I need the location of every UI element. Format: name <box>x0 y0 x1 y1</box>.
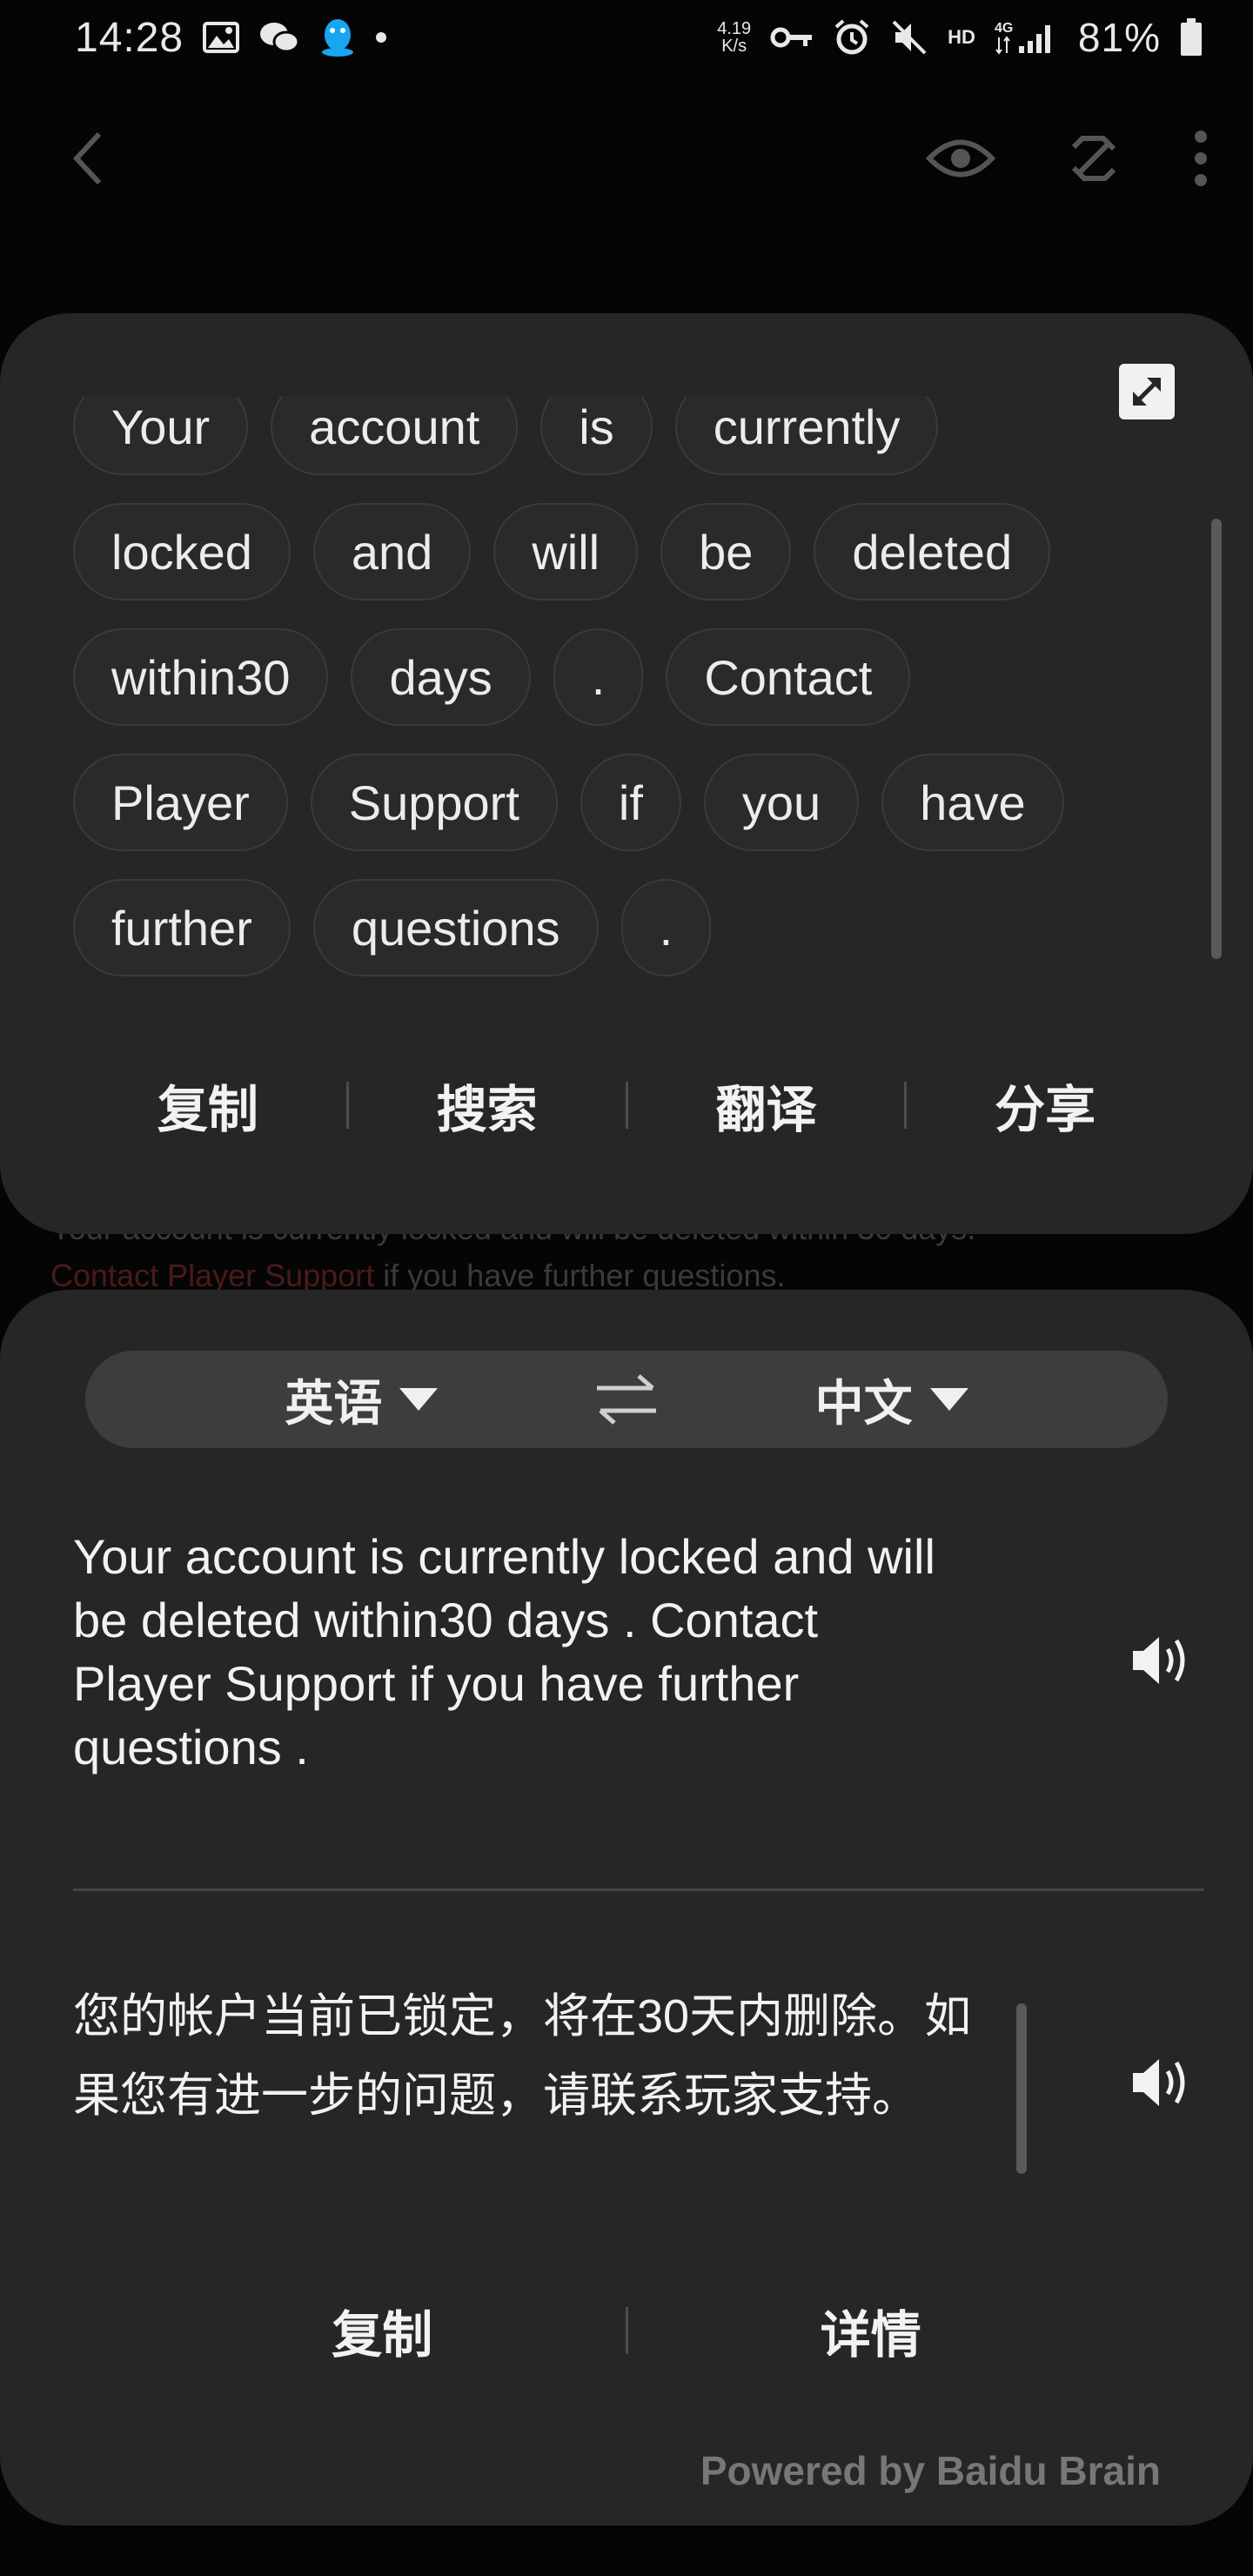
wechat-icon <box>258 20 300 55</box>
alarm-icon <box>833 18 871 57</box>
word-chip-area: Your account is currently locked and will be del… <box>73 397 1143 980</box>
copy-translation-button[interactable]: 复制 <box>208 2294 556 2367</box>
word-chip[interactable]: locked <box>73 503 291 600</box>
translation-actions: 复制 详情 <box>0 2287 1253 2374</box>
source-text: Your account is currently locked and wil… <box>73 1529 935 1774</box>
word-chip[interactable]: within30 <box>73 628 329 726</box>
word-chip[interactable]: further <box>73 879 291 976</box>
share-button[interactable]: 分享 <box>923 1069 1167 1142</box>
translate-button[interactable]: 翻译 <box>644 1069 888 1142</box>
more-vertical-icon[interactable] <box>1192 130 1209 187</box>
word-chip-scrollbar[interactable] <box>1211 519 1222 959</box>
background-link: Contact Player Support <box>50 1258 375 1293</box>
action-divider <box>345 1082 349 1129</box>
signal-icon: 4G <box>995 20 1059 55</box>
word-chip[interactable]: be <box>660 503 792 600</box>
word-chip[interactable]: deleted <box>814 503 1051 600</box>
network-type: 4G <box>995 21 1013 36</box>
source-language-label: 英语 <box>285 1375 383 1431</box>
selection-actions: 复制 搜索 翻译 分享 <box>0 1062 1253 1149</box>
word-chip[interactable]: is <box>540 397 653 475</box>
network-speed-value: 4.19 <box>717 19 752 38</box>
action-divider <box>625 2307 628 2354</box>
caret-down-icon <box>399 1388 439 1411</box>
target-language-dropdown[interactable]: 中文 <box>815 1365 968 1435</box>
vpn-key-icon <box>770 25 814 50</box>
word-chip[interactable]: currently <box>674 397 939 475</box>
gallery-icon <box>203 22 240 53</box>
app-bar <box>0 104 1253 212</box>
status-time: 14:28 <box>75 14 184 61</box>
speaker-icon[interactable] <box>1131 1633 1192 1692</box>
battery-level: 81% <box>1077 15 1161 60</box>
powered-by-label: Powered by Baidu Brain <box>700 2448 1161 2493</box>
word-chip[interactable]: Your <box>73 397 249 475</box>
word-chip[interactable]: . <box>620 879 712 976</box>
qq-icon <box>319 17 356 57</box>
chevron-left-icon[interactable] <box>70 131 104 186</box>
copy-button[interactable]: 复制 <box>86 1069 330 1142</box>
word-chip[interactable]: questions <box>312 879 599 976</box>
translation-card: 英语 中文 Your account is currently locked a… <box>0 1290 1253 2526</box>
battery-icon <box>1180 18 1203 57</box>
source-language-dropdown[interactable]: 英语 <box>285 1365 439 1435</box>
word-chip[interactable]: Player <box>73 754 288 851</box>
background-line-2-rest: if you have further questions. <box>374 1258 786 1293</box>
word-chip[interactable]: you <box>703 754 860 851</box>
translated-text: 您的帐户当前已锁定，将在30天内删除。如果您有进一步的问题，请联系玩家支持。 <box>73 1990 972 2122</box>
action-divider <box>625 1082 628 1129</box>
status-bar: 14:28 4.19 K/s HD 4G 81% <box>0 0 1253 75</box>
word-chip[interactable]: days <box>351 628 531 726</box>
network-speed: 4.19 K/s <box>717 20 751 55</box>
action-divider <box>904 1082 908 1129</box>
word-chip[interactable]: and <box>312 503 472 600</box>
word-selection-card: Your account is currently locked and will be del… <box>0 313 1253 1234</box>
screen: 14:28 4.19 K/s HD 4G 81% Contact Player … <box>0 0 1253 2576</box>
app-bar-actions <box>926 130 1209 187</box>
translated-text-scrollbar[interactable] <box>1016 2003 1027 2174</box>
network-speed-unit: K/s <box>721 37 747 56</box>
caret-down-icon <box>929 1388 968 1411</box>
swap-icon[interactable] <box>593 1372 660 1426</box>
word-chip[interactable]: Contact <box>666 628 911 726</box>
word-chip[interactable]: account <box>271 397 519 475</box>
hd-badge: HD <box>948 26 975 48</box>
word-chip[interactable]: will <box>493 503 639 600</box>
rotate-icon[interactable] <box>1065 130 1122 187</box>
word-chip[interactable]: Support <box>310 754 558 851</box>
target-language-label: 中文 <box>814 1375 913 1431</box>
text-divider <box>73 1888 1204 1891</box>
word-chip[interactable]: . <box>553 628 644 726</box>
notification-dot-icon <box>375 31 387 44</box>
language-selector: 英语 中文 <box>85 1351 1168 1448</box>
status-left: 14:28 <box>75 14 387 62</box>
word-chip[interactable]: have <box>881 754 1064 851</box>
details-button[interactable]: 详情 <box>697 2294 1045 2367</box>
status-right: 4.19 K/s HD 4G 81% <box>717 14 1203 61</box>
word-chip-list: Your account is currently locked and will be del… <box>73 397 1143 976</box>
mute-icon <box>890 18 928 57</box>
word-chip[interactable]: if <box>580 754 681 851</box>
speaker-icon[interactable] <box>1131 2056 1192 2114</box>
search-button[interactable]: 搜索 <box>365 1069 609 1142</box>
eye-icon[interactable] <box>926 135 995 182</box>
